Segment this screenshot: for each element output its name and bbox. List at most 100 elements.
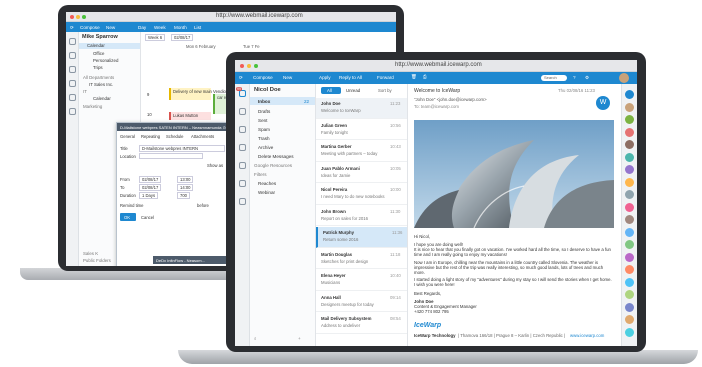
- contact-avatar[interactable]: [625, 140, 634, 149]
- contact-avatar[interactable]: [625, 215, 634, 224]
- compose-button[interactable]: Compose: [253, 75, 273, 80]
- search-input[interactable]: Search: [541, 74, 567, 81]
- contact-avatar[interactable]: [625, 127, 634, 137]
- message-time: 10:56: [390, 122, 401, 128]
- search-icon[interactable]: ⌕: [254, 336, 257, 341]
- message-time: 10:00: [390, 187, 401, 192]
- message-time: 11:23: [390, 101, 401, 106]
- message-row[interactable]: Patrick Murphy Return some 2016 11:36: [316, 227, 407, 248]
- new-button[interactable]: New: [283, 75, 292, 80]
- contact-avatar[interactable]: [625, 277, 634, 287]
- contact-avatar[interactable]: [625, 290, 634, 299]
- message-subject: Meeting with partners – today: [321, 151, 378, 156]
- print-icon[interactable]: ⎙: [423, 74, 427, 79]
- message-row[interactable]: Mail Delivery Subsystem Address to undeli…: [316, 313, 407, 334]
- filter-all[interactable]: All: [321, 87, 341, 94]
- folder-google-resources[interactable]: Google Resources: [254, 163, 292, 168]
- close-dot-icon[interactable]: [240, 64, 244, 68]
- reply-all-button[interactable]: Reply to All: [339, 75, 362, 80]
- message-subject: Return some 2016: [323, 237, 359, 242]
- message-time: 11:18: [390, 251, 401, 257]
- footer-link[interactable]: www.icewarp.com: [570, 333, 604, 338]
- contact-avatar[interactable]: [625, 152, 634, 162]
- message-time: 11:30: [390, 208, 401, 214]
- reading-from[interactable]: "John Doe" <john.doe@icewarp.com>: [414, 97, 487, 102]
- reading-subject: Welcome to IceWarp: [414, 88, 461, 94]
- contact-avatar[interactable]: [625, 315, 634, 324]
- folder-webinar[interactable]: Webinar: [258, 190, 275, 195]
- message-sender: John Doe: [321, 101, 341, 106]
- message-sender: Mail Delivery Subsystem: [321, 316, 372, 321]
- contacts-icon[interactable]: [239, 126, 246, 133]
- files-icon[interactable]: [239, 180, 246, 187]
- contact-avatar[interactable]: [625, 102, 634, 112]
- zoom-dot-icon[interactable]: [254, 64, 258, 68]
- message-sender: Nicol Pereira: [321, 187, 348, 192]
- tasks-icon[interactable]: [239, 144, 246, 151]
- message-row[interactable]: Anna Hall Designers meetup for today 09:14: [316, 292, 407, 312]
- front-user-name[interactable]: Nicol Doe: [254, 87, 281, 93]
- message-time: 08:54: [390, 316, 401, 321]
- message-row[interactable]: Julian Green Family tonight 10:56: [316, 120, 407, 140]
- contact-avatar[interactable]: [625, 177, 634, 187]
- building-photo: [414, 120, 614, 228]
- message-time: 10:05: [390, 165, 401, 171]
- front-folder-pane: Nicol Doe Inbox 22 Drafts Sent Spam Tras…: [250, 84, 316, 346]
- reading-to[interactable]: To: team@icewarp.com: [414, 104, 459, 109]
- message-row[interactable]: John Doe Welcome to IceWarp 11:23: [316, 98, 407, 119]
- refresh-icon[interactable]: ⟳: [239, 75, 243, 81]
- forward-button[interactable]: Forward: [377, 75, 394, 80]
- email-paragraph: It is nice to hear that you finally got …: [414, 247, 611, 258]
- chat-icon[interactable]: [239, 198, 246, 205]
- contact-avatar[interactable]: [625, 327, 634, 337]
- mail-icon[interactable]: [239, 90, 246, 97]
- contact-avatar[interactable]: [625, 165, 634, 174]
- message-subject: Welcome to IceWarp: [321, 108, 361, 113]
- message-row[interactable]: Nicol Pereira I need Mary to do new noteb…: [316, 184, 407, 205]
- folder-inbox[interactable]: Inbox 22: [250, 97, 315, 105]
- message-row[interactable]: Elena Heyer Musicians 10:40: [316, 270, 407, 291]
- apply-button[interactable]: Apply: [319, 75, 331, 80]
- sort-dropdown[interactable]: Sort by: [378, 88, 392, 93]
- front-toolbar: ⟳ Compose New Apply Reply to All Forward…: [235, 72, 637, 84]
- message-row[interactable]: John Brown Report on sales for 2016 11:30: [316, 206, 407, 226]
- folder-trash[interactable]: Trash: [258, 136, 270, 141]
- folder-spam[interactable]: Spam: [258, 127, 270, 132]
- email-regards: Best Regards,: [414, 290, 442, 296]
- help-icon[interactable]: ?: [573, 75, 576, 80]
- contact-avatar[interactable]: [625, 265, 634, 274]
- message-list: All Unread Sort by John Doe Welcome to Ic…: [316, 84, 408, 346]
- delete-icon[interactable]: 🗑: [411, 74, 417, 80]
- message-row[interactable]: Martina Gerber Meeting with partners – to…: [316, 141, 407, 162]
- settings-icon[interactable]: ⚙: [585, 75, 589, 81]
- message-sender: John Brown: [321, 208, 346, 214]
- folder-drafts[interactable]: Drafts: [258, 109, 270, 114]
- folder-archive[interactable]: Archive: [258, 145, 273, 150]
- message-row[interactable]: Martin Douglas Sketches for print design 1…: [316, 249, 407, 269]
- folder-filters[interactable]: Filters: [254, 172, 267, 177]
- contact-avatar[interactable]: [625, 115, 634, 124]
- front-url[interactable]: http://www.webmail.icewarp.com: [395, 62, 482, 68]
- message-time: 11:36: [392, 230, 403, 235]
- folder-reaches[interactable]: Reaches: [258, 181, 276, 186]
- contact-avatar[interactable]: [625, 240, 634, 249]
- contact-avatar[interactable]: [625, 190, 634, 199]
- calendar-icon[interactable]: [239, 108, 246, 115]
- add-folder-icon[interactable]: +: [298, 336, 301, 341]
- contact-avatar[interactable]: [625, 90, 634, 99]
- contact-avatar[interactable]: [625, 252, 634, 262]
- filter-unread[interactable]: Unread: [346, 88, 360, 93]
- message-sender: Juan Pablo Armani: [321, 165, 360, 171]
- folder-sent[interactable]: Sent: [258, 118, 267, 123]
- contact-avatar[interactable]: [625, 202, 634, 212]
- folder-delete-messages[interactable]: Delete Messages: [258, 154, 294, 159]
- contact-avatar[interactable]: [625, 302, 634, 312]
- email-body: I hope you are doing well! It is nice to…: [414, 242, 614, 314]
- user-avatar[interactable]: [619, 73, 629, 83]
- message-time: 10:43: [390, 144, 401, 149]
- message-row[interactable]: Juan Pablo Armani Ideas for Jamie 10:05: [316, 163, 407, 183]
- contact-avatar[interactable]: [625, 227, 634, 237]
- notes-icon[interactable]: [239, 162, 246, 169]
- minimize-dot-icon[interactable]: [247, 64, 251, 68]
- front-laptop: http://www.webmail.icewarp.com ⟳ Compose…: [0, 0, 702, 367]
